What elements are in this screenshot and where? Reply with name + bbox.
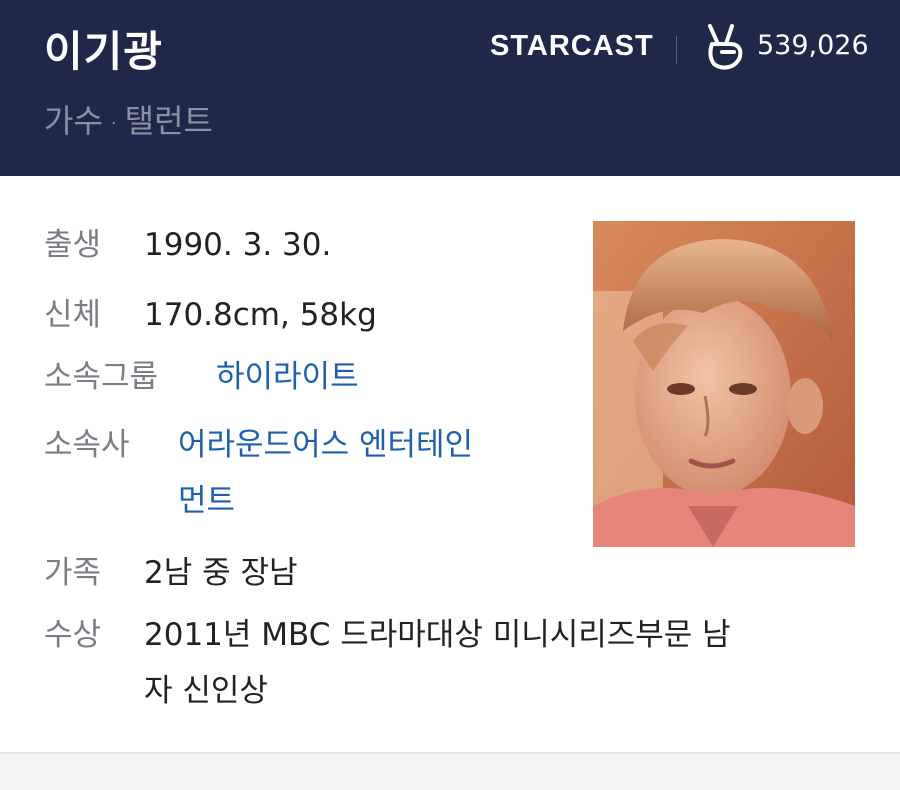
group-label: 소속그룹 bbox=[44, 359, 159, 395]
person-name: 이기광 bbox=[44, 27, 163, 76]
agency-link[interactable]: 어라운드어스 엔터테인 bbox=[178, 414, 473, 476]
bottom-divider bbox=[0, 752, 900, 754]
family-value: 2남 중 장남 bbox=[144, 555, 298, 591]
header-separator bbox=[676, 36, 677, 64]
award-label: 수상 bbox=[44, 617, 102, 653]
agency-label: 소속사 bbox=[44, 427, 130, 463]
body-value: 170.8cm, 58kg bbox=[144, 297, 377, 333]
award-value-cont: 자 신인상 bbox=[144, 673, 268, 709]
v-hand-icon[interactable] bbox=[702, 22, 746, 72]
starcast-logo[interactable]: STARCAST bbox=[490, 30, 654, 63]
person-roles: 가수 · 탤런트 bbox=[44, 96, 213, 142]
birth-value: 1990. 3. 30. bbox=[144, 227, 332, 263]
role-actor: 탤런트 bbox=[124, 102, 213, 140]
birth-label: 출생 bbox=[44, 227, 102, 263]
award-value: 2011년 MBC 드라마대상 미니시리즈부문 남 bbox=[144, 617, 731, 653]
profile-photo-image bbox=[593, 221, 855, 547]
role-separator: · bbox=[110, 112, 117, 134]
profile-photo[interactable] bbox=[593, 221, 855, 547]
role-singer: 가수 bbox=[44, 102, 103, 140]
family-label: 가족 bbox=[44, 555, 102, 591]
body-label: 신체 bbox=[44, 297, 102, 333]
agency-link-cont[interactable]: 먼트 bbox=[178, 470, 235, 532]
profile-header: 이기광 가수 · 탤런트 STARCAST 539,026 bbox=[0, 0, 900, 176]
group-link[interactable]: 하이라이트 bbox=[216, 346, 359, 408]
vote-count: 539,026 bbox=[757, 30, 869, 61]
